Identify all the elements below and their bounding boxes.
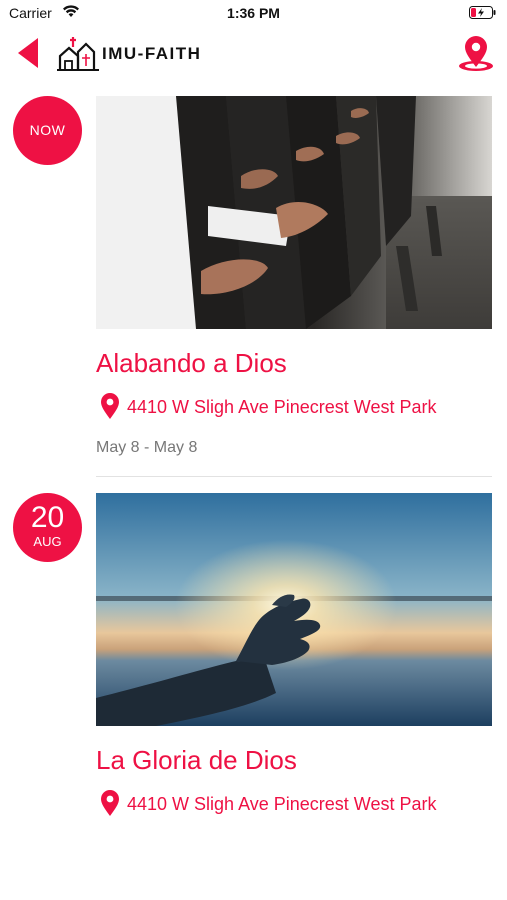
back-button[interactable] bbox=[14, 36, 44, 70]
app-logo: IMU-FAITH bbox=[56, 34, 236, 72]
event-location[interactable]: 4410 W Sligh Ave Pinecrest West Park bbox=[100, 789, 492, 819]
event-location[interactable]: 4410 W Sligh Ave Pinecrest West Park bbox=[100, 392, 492, 422]
sunset-hand-photo[interactable] bbox=[96, 493, 492, 726]
date-badge: 20 AUG bbox=[13, 493, 82, 562]
map-pin-button[interactable] bbox=[457, 34, 495, 72]
date-badge: NOW bbox=[13, 96, 82, 165]
location-pin-icon bbox=[101, 790, 119, 816]
location-pin-icon bbox=[101, 393, 119, 419]
location-text: 4410 W Sligh Ave Pinecrest West Park bbox=[127, 794, 437, 814]
event-card[interactable]: 20 AUG La Gloria de Dios 4410 W Sligh Av… bbox=[0, 493, 507, 833]
event-title[interactable]: La Gloria de Dios bbox=[96, 745, 297, 776]
event-dates: May 8 - May 8 bbox=[96, 439, 198, 456]
event-title[interactable]: Alabando a Dios bbox=[96, 348, 287, 379]
app-name: IMU-FAITH bbox=[102, 44, 202, 63]
event-card[interactable]: NOW Alabando a Dios 4410 W Sligh Ave Pin… bbox=[0, 96, 507, 482]
worship-hands-photo[interactable] bbox=[96, 96, 492, 329]
badge-month: AUG bbox=[33, 534, 62, 549]
nav-bar: IMU-FAITH bbox=[0, 28, 507, 78]
battery-icon bbox=[469, 6, 496, 19]
church-logo-icon bbox=[57, 37, 99, 71]
badge-now-label: NOW bbox=[29, 122, 66, 138]
badge-day: 20 bbox=[30, 501, 65, 534]
clock: 1:36 PM bbox=[227, 5, 280, 21]
location-text: 4410 W Sligh Ave Pinecrest West Park bbox=[127, 397, 437, 417]
status-bar: Carrier 1:36 PM bbox=[0, 0, 507, 28]
divider bbox=[96, 476, 492, 477]
